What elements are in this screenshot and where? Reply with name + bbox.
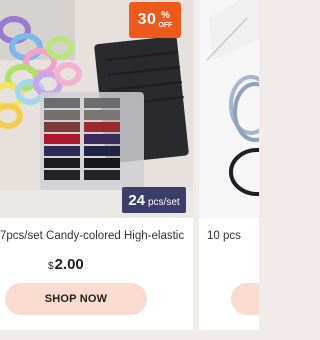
product-card[interactable]: 10 pcs	[199, 0, 259, 330]
discount-number: 30	[137, 11, 157, 28]
shop-now-button[interactable]	[231, 283, 259, 315]
shop-now-button[interactable]: SHOP NOW	[5, 283, 147, 315]
discount-suffix: % OFF	[158, 10, 173, 30]
pack-unit: pcs/set	[148, 197, 180, 208]
product-title-text: 7pcs/set Candy-colored High-elastic	[0, 230, 185, 242]
discount-badge: 30 % OFF	[129, 2, 181, 38]
price-currency: $	[48, 261, 54, 272]
product-image[interactable]	[199, 0, 259, 218]
product-price: $ 2.00	[48, 256, 84, 276]
discount-off-label: OFF	[158, 22, 173, 29]
pack-count-badge: 24 pcs/set	[122, 187, 186, 213]
product-title[interactable]: 10 pcs	[207, 230, 241, 242]
pack-count: 24	[128, 192, 145, 209]
product-image[interactable]: 30 % OFF 24 pcs/set	[0, 0, 193, 218]
hair-ties-photo	[199, 0, 259, 218]
product-card[interactable]: 30 % OFF 24 pcs/set 7pcs/set Candy-color…	[0, 0, 193, 330]
product-title[interactable]: 7pcs/set Candy-colored High-elastic	[0, 230, 190, 246]
discount-symbol: %	[160, 10, 170, 21]
price-amount: 2.00	[54, 256, 84, 273]
